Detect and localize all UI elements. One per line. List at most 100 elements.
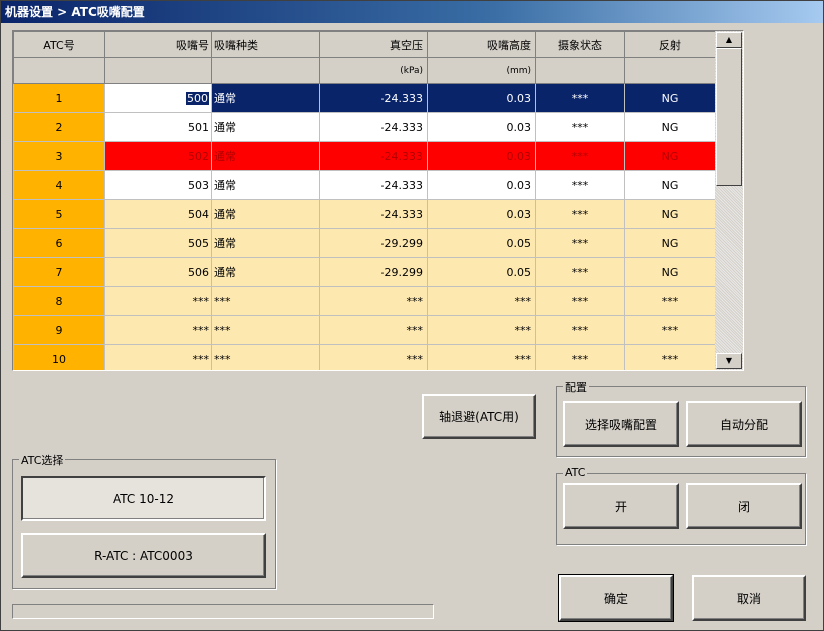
- close-button[interactable]: 闭: [686, 483, 802, 529]
- cell-vacuum[interactable]: ***: [319, 286, 428, 316]
- cell-camera-state[interactable]: ***: [535, 112, 625, 142]
- cell-nozzle-type[interactable]: 通常: [211, 112, 320, 142]
- cell-atc-no[interactable]: 2: [13, 112, 105, 142]
- table-row[interactable]: 5 504 通常 -24.333 0.03 *** NG: [13, 199, 716, 229]
- cell-nozzle-type[interactable]: ***: [211, 344, 320, 370]
- cell-nozzle-no[interactable]: 503: [104, 170, 212, 200]
- ok-button[interactable]: 确定: [558, 574, 674, 622]
- cell-camera-state[interactable]: ***: [535, 286, 625, 316]
- cell-height[interactable]: 0.03: [427, 199, 536, 229]
- cell-nozzle-type[interactable]: ***: [211, 286, 320, 316]
- cell-camera-state[interactable]: ***: [535, 141, 625, 171]
- cell-atc-no[interactable]: 5: [13, 199, 105, 229]
- cell-nozzle-no[interactable]: 505: [104, 228, 212, 258]
- cell-camera-state[interactable]: ***: [535, 170, 625, 200]
- table-row[interactable]: 10 *** *** *** *** *** ***: [13, 344, 716, 370]
- cell-reflect[interactable]: ***: [624, 286, 716, 316]
- cell-vacuum[interactable]: -24.333: [319, 170, 428, 200]
- table-row[interactable]: 6 505 通常 -29.299 0.05 *** NG: [13, 228, 716, 258]
- cell-camera-state[interactable]: ***: [535, 257, 625, 287]
- col-header-camera-state[interactable]: 摄象状态: [535, 31, 625, 58]
- cell-nozzle-type[interactable]: ***: [211, 315, 320, 345]
- cell-vacuum[interactable]: -29.299: [319, 257, 428, 287]
- cell-atc-no[interactable]: 10: [13, 344, 105, 370]
- cell-atc-no[interactable]: 9: [13, 315, 105, 345]
- cell-height[interactable]: 0.03: [427, 83, 536, 113]
- cell-nozzle-no[interactable]: 506: [104, 257, 212, 287]
- cell-nozzle-no[interactable]: ***: [104, 315, 212, 345]
- cell-reflect[interactable]: NG: [624, 257, 716, 287]
- table-row[interactable]: 8 *** *** *** *** *** ***: [13, 286, 716, 316]
- cell-nozzle-type[interactable]: 通常: [211, 83, 320, 113]
- vertical-scrollbar[interactable]: ▲ ▼: [715, 31, 743, 370]
- cell-vacuum[interactable]: -24.333: [319, 141, 428, 171]
- cell-edit-text[interactable]: 500: [186, 91, 209, 105]
- cell-nozzle-no[interactable]: 504: [104, 199, 212, 229]
- ratc-button[interactable]: R-ATC : ATC0003: [21, 533, 266, 578]
- col-header-reflect[interactable]: 反射: [624, 31, 716, 58]
- cell-camera-state[interactable]: ***: [535, 315, 625, 345]
- cell-nozzle-no[interactable]: ***: [104, 344, 212, 370]
- select-nozzle-config-button[interactable]: 选择吸嘴配置: [563, 401, 679, 447]
- col-header-nozzle-no[interactable]: 吸嘴号: [104, 31, 212, 58]
- table-row[interactable]: 7 506 通常 -29.299 0.05 *** NG: [13, 257, 716, 287]
- table-row[interactable]: 3 502 通常 -24.333 0.03 *** NG: [13, 141, 716, 171]
- cell-vacuum[interactable]: -24.333: [319, 199, 428, 229]
- cell-reflect[interactable]: NG: [624, 228, 716, 258]
- cell-nozzle-no[interactable]: 500: [104, 83, 212, 113]
- cell-nozzle-type[interactable]: 通常: [211, 257, 320, 287]
- cell-camera-state[interactable]: ***: [535, 83, 625, 113]
- atc-10-12-button[interactable]: ATC 10-12: [21, 476, 266, 521]
- cell-height[interactable]: 0.03: [427, 141, 536, 171]
- cell-vacuum[interactable]: -24.333: [319, 83, 428, 113]
- col-header-atc[interactable]: ATC号: [13, 31, 105, 58]
- cell-vacuum[interactable]: -24.333: [319, 112, 428, 142]
- cell-atc-no[interactable]: 7: [13, 257, 105, 287]
- cell-nozzle-type[interactable]: 通常: [211, 170, 320, 200]
- cell-height[interactable]: 0.03: [427, 170, 536, 200]
- col-header-vacuum[interactable]: 真空压: [319, 31, 428, 58]
- table-row[interactable]: 9 *** *** *** *** *** ***: [13, 315, 716, 345]
- cell-height[interactable]: 0.05: [427, 257, 536, 287]
- cell-atc-no[interactable]: 6: [13, 228, 105, 258]
- cell-height[interactable]: 0.05: [427, 228, 536, 258]
- cell-atc-no[interactable]: 8: [13, 286, 105, 316]
- scroll-down-icon[interactable]: ▼: [716, 353, 742, 369]
- table-row[interactable]: 1 500 通常 -24.333 0.03 *** NG: [13, 83, 716, 113]
- cell-reflect[interactable]: NG: [624, 141, 716, 171]
- cell-nozzle-no[interactable]: 502: [104, 141, 212, 171]
- cell-height[interactable]: ***: [427, 315, 536, 345]
- cell-atc-no[interactable]: 3: [13, 141, 105, 171]
- cell-reflect[interactable]: ***: [624, 344, 716, 370]
- cancel-button[interactable]: 取消: [692, 575, 806, 621]
- table-row[interactable]: 4 503 通常 -24.333 0.03 *** NG: [13, 170, 716, 200]
- open-button[interactable]: 开: [563, 483, 679, 529]
- col-header-nozzle-type[interactable]: 吸嘴种类: [211, 31, 320, 58]
- scroll-thumb[interactable]: [716, 48, 742, 186]
- col-header-height[interactable]: 吸嘴高度: [427, 31, 536, 58]
- axis-retreat-button[interactable]: 轴退避(ATC用): [422, 394, 536, 439]
- cell-height[interactable]: ***: [427, 286, 536, 316]
- scroll-up-icon[interactable]: ▲: [716, 32, 742, 48]
- cell-vacuum[interactable]: ***: [319, 344, 428, 370]
- cell-vacuum[interactable]: -29.299: [319, 228, 428, 258]
- cell-atc-no[interactable]: 4: [13, 170, 105, 200]
- table-row[interactable]: 2 501 通常 -24.333 0.03 *** NG: [13, 112, 716, 142]
- cell-nozzle-type[interactable]: 通常: [211, 141, 320, 171]
- cell-camera-state[interactable]: ***: [535, 344, 625, 370]
- cell-nozzle-no[interactable]: 501: [104, 112, 212, 142]
- cell-reflect[interactable]: NG: [624, 112, 716, 142]
- cell-camera-state[interactable]: ***: [535, 199, 625, 229]
- auto-assign-button[interactable]: 自动分配: [686, 401, 802, 447]
- cell-vacuum[interactable]: ***: [319, 315, 428, 345]
- cell-height[interactable]: ***: [427, 344, 536, 370]
- cell-nozzle-no[interactable]: ***: [104, 286, 212, 316]
- cell-reflect[interactable]: NG: [624, 83, 716, 113]
- cell-reflect[interactable]: NG: [624, 199, 716, 229]
- cell-reflect[interactable]: NG: [624, 170, 716, 200]
- cell-height[interactable]: 0.03: [427, 112, 536, 142]
- cell-nozzle-type[interactable]: 通常: [211, 199, 320, 229]
- cell-nozzle-type[interactable]: 通常: [211, 228, 320, 258]
- cell-camera-state[interactable]: ***: [535, 228, 625, 258]
- cell-atc-no[interactable]: 1: [13, 83, 105, 113]
